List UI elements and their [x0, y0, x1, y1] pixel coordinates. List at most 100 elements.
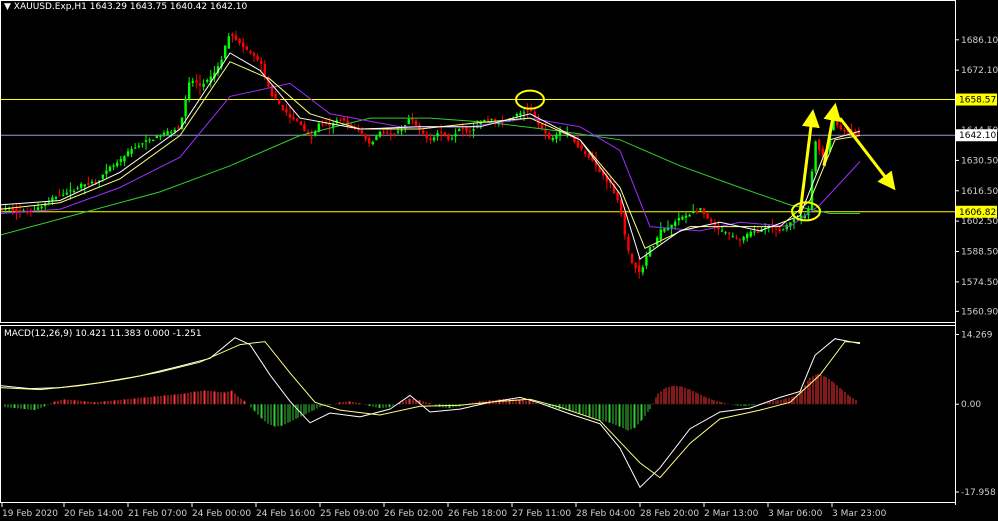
candle-body: [130, 149, 133, 154]
candle-body: [818, 139, 821, 151]
candle-body: [526, 110, 529, 112]
candle-body: [166, 131, 169, 135]
candle-body: [162, 132, 166, 135]
candle-body: [51, 197, 54, 201]
candle-body: [360, 130, 364, 134]
candle-body: [382, 132, 385, 134]
candle-body: [472, 129, 475, 131]
candle-body: [638, 265, 641, 272]
candle-body: [706, 213, 709, 219]
candle-body: [191, 80, 194, 83]
price-level-label: 1642.10: [959, 131, 996, 141]
price-chart[interactable]: 1686.101672.101644.501630.501616.501602.…: [0, 0, 998, 521]
x-tick-label: 25 Feb 09:00: [320, 509, 379, 519]
candle-body: [738, 239, 742, 241]
candle-body: [414, 120, 418, 126]
candle-body: [368, 137, 371, 144]
candle-body: [782, 229, 785, 231]
candle-body: [101, 174, 104, 179]
candle-body: [245, 46, 248, 50]
candle-body: [735, 237, 738, 239]
y-tick-label: 1560.90: [961, 307, 998, 317]
candle-body: [857, 132, 860, 135]
candle-body: [663, 228, 666, 232]
candle-body: [375, 136, 378, 141]
candle-body: [393, 133, 396, 136]
candle-body: [681, 216, 684, 220]
candle-body: [134, 147, 137, 149]
candle-body: [11, 208, 14, 212]
candle-body: [551, 138, 554, 141]
candle-body: [105, 170, 108, 175]
candle-body: [422, 130, 425, 134]
x-tick-label: 26 Feb 18:00: [448, 509, 507, 519]
y-tick-label: 1574.50: [961, 278, 998, 288]
candle-body: [144, 140, 148, 142]
candle-body: [555, 134, 558, 139]
candle-body: [684, 215, 688, 218]
candle-body: [724, 232, 727, 234]
candle-body: [321, 123, 324, 125]
candle-body: [155, 135, 158, 139]
x-tick-label: 21 Feb 07:00: [128, 509, 187, 519]
candle-body: [278, 99, 281, 104]
candle-body: [530, 110, 533, 112]
candle-body: [522, 112, 526, 114]
candle-body: [699, 208, 702, 211]
candle-body: [80, 183, 83, 188]
candle-body: [749, 231, 752, 237]
candle-body: [69, 190, 72, 192]
candle-body: [785, 224, 788, 230]
candle-body: [447, 134, 450, 140]
candle-body: [123, 156, 126, 162]
candle-body: [299, 121, 302, 126]
candle-body: [454, 134, 457, 137]
candle-body: [65, 192, 68, 195]
candle-body: [137, 145, 140, 148]
candle-body: [688, 214, 691, 217]
candle-body: [756, 231, 760, 233]
candle-body: [548, 133, 551, 140]
candle-body: [720, 230, 724, 232]
x-tick-label: 3 Mar 06:00: [768, 509, 823, 519]
candle-body: [458, 129, 461, 132]
candle-body: [400, 130, 403, 132]
candle-body: [58, 195, 61, 197]
candle-body: [170, 131, 173, 133]
candle-body: [584, 151, 587, 154]
candle-body: [364, 134, 367, 140]
candle-body: [202, 83, 205, 87]
candle-body: [843, 130, 846, 132]
candle-body: [62, 194, 65, 196]
x-tick-label: 26 Feb 02:00: [384, 509, 443, 519]
x-tick-label: 27 Feb 11:00: [512, 509, 571, 519]
candle-body: [519, 113, 522, 116]
candle-body: [328, 124, 331, 126]
candle-body: [486, 119, 490, 121]
candle-body: [450, 138, 454, 140]
candle-body: [177, 127, 180, 129]
candle-body: [54, 197, 58, 199]
candle-body: [224, 45, 227, 59]
candle-body: [339, 119, 342, 121]
macd-y-tick-label: -17.958: [961, 488, 996, 498]
annotation-arrow[interactable]: [838, 117, 896, 191]
candle-body: [627, 236, 630, 251]
candle-body: [260, 60, 263, 64]
candle-body: [227, 36, 230, 49]
y-tick-label: 1630.50: [961, 156, 998, 166]
candle-body: [303, 124, 306, 132]
price-level-label: 1606.82: [959, 208, 996, 218]
x-tick-label: 28 Feb 20:00: [640, 509, 699, 519]
candle-body: [292, 117, 295, 120]
ma-fast-line: [0, 52, 861, 260]
candle-body: [184, 99, 187, 117]
candle-body: [386, 132, 389, 134]
candle-body: [263, 64, 266, 76]
candle-body: [587, 153, 590, 158]
candle-body: [342, 118, 346, 121]
candle-body: [396, 131, 400, 133]
macd-y-tick-label: 14.269: [961, 330, 993, 340]
candle-body: [659, 229, 662, 240]
candle-body: [231, 33, 234, 36]
